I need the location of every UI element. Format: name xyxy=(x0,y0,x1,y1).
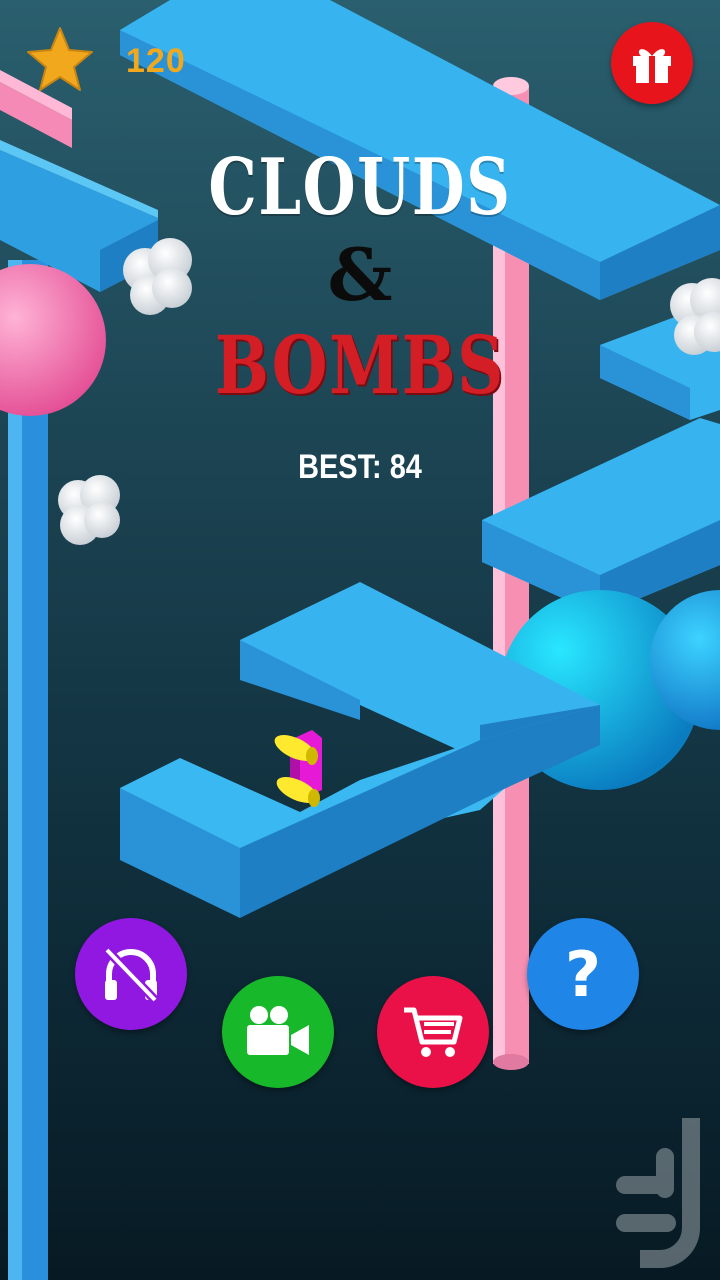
store-watermark-icon xyxy=(616,1118,700,1268)
star-icon xyxy=(27,27,93,91)
title-ampersand: & xyxy=(327,232,393,317)
star-count: 120 xyxy=(126,42,186,80)
shop-button[interactable] xyxy=(377,976,489,1088)
shopping-cart-icon xyxy=(404,1007,463,1057)
question-icon: ? xyxy=(565,937,601,1011)
title-clouds: CLOUDS xyxy=(208,142,512,233)
audio-toggle-button[interactable] xyxy=(75,918,187,1030)
gift-button[interactable] xyxy=(611,22,693,104)
watch-video-button[interactable] xyxy=(222,976,334,1088)
best-score: BEST: 84 xyxy=(298,448,422,486)
title-bombs: BOMBS xyxy=(214,318,506,412)
help-button[interactable]: ? xyxy=(527,918,639,1030)
video-camera-icon xyxy=(247,1006,309,1055)
gift-icon xyxy=(633,49,671,83)
headphones-muted-icon xyxy=(103,946,159,1004)
player-character xyxy=(274,730,322,807)
